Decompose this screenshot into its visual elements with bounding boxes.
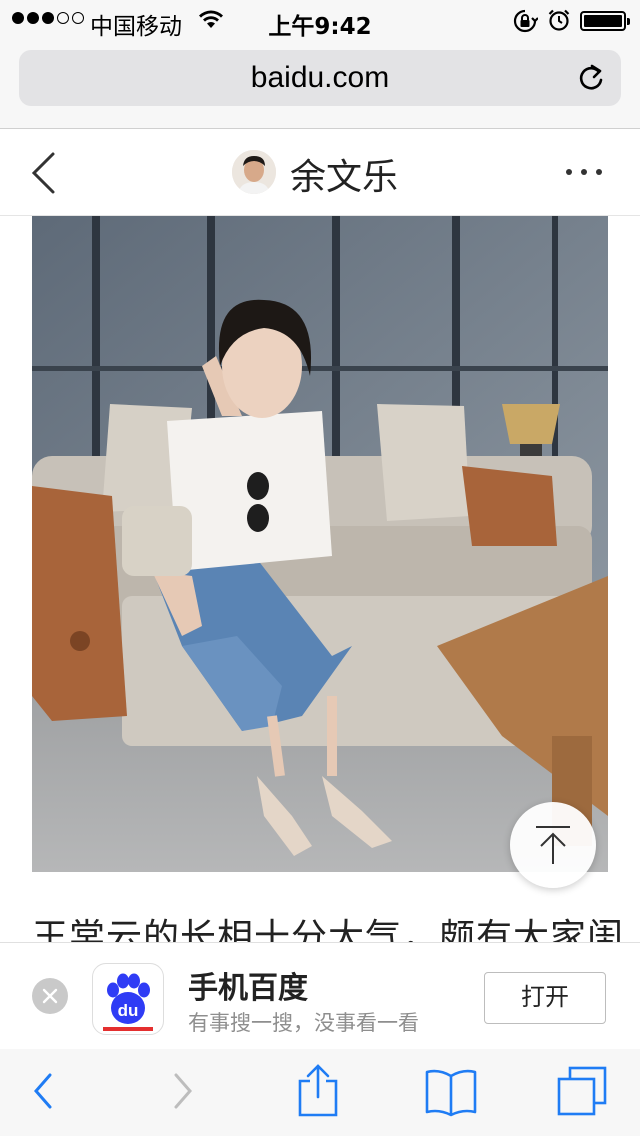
url-text[interactable]: baidu.com [19,61,621,95]
alarm-icon [548,9,570,36]
status-time: 上午9:42 [268,14,372,40]
browser-toolbar [0,1049,640,1136]
app-slogan: 有事搜一搜，没事看一看 [188,1011,419,1035]
forward-icon[interactable] [170,1069,196,1118]
tabs-icon[interactable] [556,1065,608,1122]
battery-icon [580,11,630,31]
scroll-to-top-button[interactable] [510,802,596,888]
status-bar: 中国移动 上午9:42 [0,0,640,40]
open-app-button[interactable]: 打开 [484,972,606,1024]
article-photo [32,216,608,872]
address-bar[interactable]: baidu.com [19,50,621,106]
share-icon[interactable] [296,1063,340,1122]
back-icon[interactable] [30,1069,56,1118]
app-name: 手机百度 [188,971,308,1006]
baidu-app-logo: du [92,963,164,1035]
author-avatar[interactable] [232,150,276,194]
banner-close-button[interactable] [32,978,68,1014]
page-header: 余文乐 [0,129,640,216]
orientation-lock-icon [512,9,539,38]
close-icon [42,988,58,1004]
arrow-up-icon [536,826,570,864]
author-name[interactable]: 余文乐 [290,148,398,200]
page-back-icon[interactable] [30,151,56,200]
address-bar-area: baidu.com [0,40,640,129]
reload-icon[interactable] [577,63,605,98]
more-options-icon[interactable] [566,169,602,175]
app-logo-text: du [118,1001,139,1020]
bookmarks-icon[interactable] [424,1067,478,1122]
app-download-banner: du 手机百度 有事搜一搜，没事看一看 打开 [0,942,640,1050]
